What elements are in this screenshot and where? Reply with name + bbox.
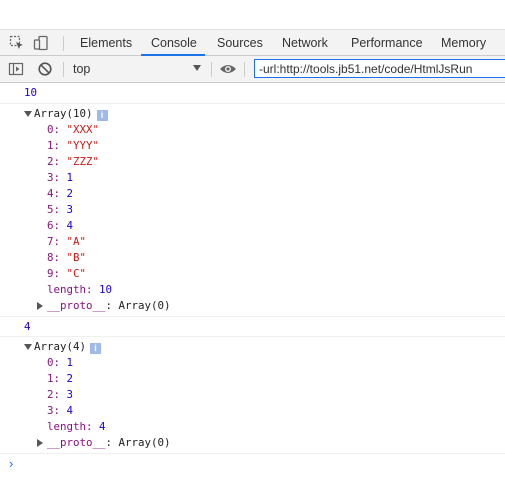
toolbar-divider	[63, 62, 64, 77]
array-item: 6: 4	[47, 219, 74, 232]
tab-network[interactable]: Network	[282, 30, 328, 56]
log-value: 4	[24, 320, 31, 333]
inspect-element-icon[interactable]	[9, 35, 25, 51]
collapsed-triangle-icon[interactable]	[37, 302, 43, 310]
array-item: 2: "ZZZ"	[47, 155, 100, 168]
array-item: 9: "C"	[47, 267, 87, 280]
tab-memory[interactable]: Memory	[441, 30, 486, 56]
info-icon[interactable]: i	[90, 343, 102, 354]
array-item: 2: 3	[47, 388, 74, 401]
expanded-triangle-icon[interactable]	[24, 344, 32, 350]
array-item: 5: 3	[47, 203, 74, 216]
console-message: 10	[0, 83, 505, 104]
toolbar-divider	[244, 62, 245, 77]
context-selector[interactable]: top	[73, 56, 90, 82]
array-item: 4: 2	[47, 187, 74, 200]
array-item: 1: "YYY"	[47, 139, 100, 152]
console-message: 4	[0, 317, 505, 337]
array-item: 1: 2	[47, 372, 74, 385]
eye-icon[interactable]	[219, 61, 236, 77]
collapsed-triangle-icon[interactable]	[37, 439, 43, 447]
console-message: Array(4) i 0: 1 1: 2 2: 3 3: 4 length: 4 …	[0, 337, 505, 454]
filter-input[interactable]	[254, 59, 505, 78]
array-header[interactable]: Array(10) i	[24, 106, 505, 122]
prompt-chevron-icon: ›	[9, 456, 14, 471]
chevron-down-icon[interactable]	[193, 65, 201, 71]
array-item: 0: 1	[47, 356, 74, 369]
toolbar-divider	[211, 62, 212, 77]
array-item: 7: "A"	[47, 235, 87, 248]
array-proto[interactable]: __proto__: Array(0)	[37, 435, 505, 451]
show-sidebar-icon[interactable]	[8, 61, 24, 77]
array-item: 8: "B"	[47, 251, 87, 264]
console-message: Array(10) i 0: "XXX" 1: "YYY" 2: "ZZZ" 3:…	[0, 104, 505, 317]
tab-sources[interactable]: Sources	[217, 30, 263, 56]
array-length: length: 10	[47, 283, 113, 296]
info-icon[interactable]: i	[96, 110, 108, 121]
console-prompt[interactable]: ›	[0, 454, 505, 472]
tab-elements[interactable]: Elements	[80, 30, 132, 56]
array-item: 3: 4	[47, 404, 74, 417]
clear-console-icon[interactable]	[37, 61, 53, 77]
expanded-triangle-icon[interactable]	[24, 111, 32, 117]
console-output: 10 Array(10) i 0: "XXX" 1: "YYY" 2: "ZZZ"…	[0, 83, 505, 472]
tab-console[interactable]: Console	[151, 30, 197, 56]
devtools-tab-bar: Elements Console Sources Network Perform…	[0, 29, 505, 56]
toolbar-divider	[63, 36, 64, 51]
array-header[interactable]: Array(4) i	[24, 339, 505, 355]
console-toolbar: top	[0, 56, 505, 83]
device-toolbar-icon[interactable]	[33, 35, 49, 51]
tab-performance[interactable]: Performance	[351, 30, 423, 56]
window-top-strip	[0, 0, 505, 29]
array-proto[interactable]: __proto__: Array(0)	[37, 298, 505, 314]
log-value: 10	[24, 86, 38, 99]
array-length: length: 4	[47, 420, 106, 433]
array-item: 0: "XXX"	[47, 123, 100, 136]
array-item: 3: 1	[47, 171, 74, 184]
